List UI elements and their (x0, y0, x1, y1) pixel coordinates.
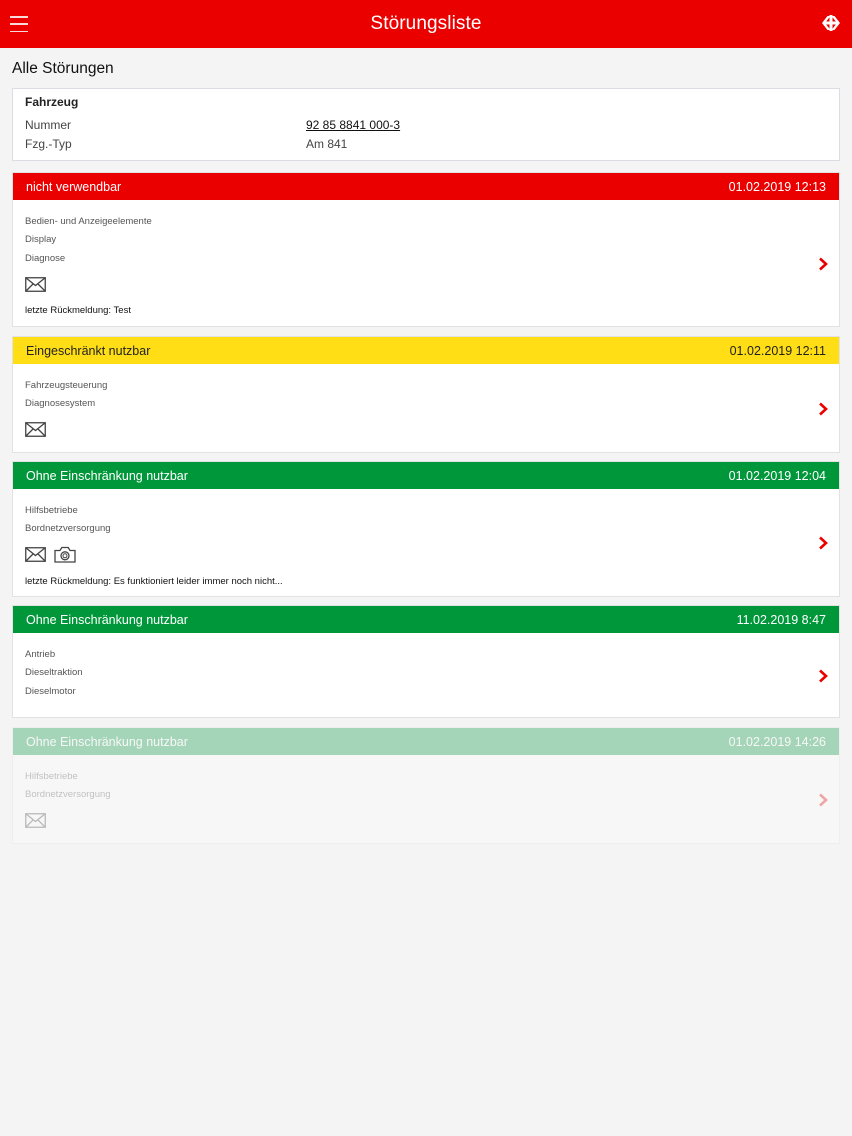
mail-icon (25, 547, 46, 563)
mail-icon (25, 422, 46, 438)
chevron-right-icon[interactable] (817, 257, 829, 271)
vehicle-card: Fahrzeug Nummer 92 85 8841 000-3 Fzg.-Ty… (12, 88, 840, 161)
fault-item[interactable]: Ohne Einschränkung nutzbar 01.02.2019 12… (12, 461, 840, 597)
app-header: Störungsliste (0, 0, 852, 48)
fault-category: Bordnetzversorgung (25, 523, 111, 535)
fault-date: 01.02.2019 14:26 (728, 734, 826, 749)
fault-status: Eingeschränkt nutzbar (26, 343, 151, 358)
fault-category: Hilfsbetriebe (25, 771, 78, 782)
sbb-logo-icon[interactable] (820, 15, 842, 31)
fault-category: Bedien- und Anzeigeelemente (25, 216, 152, 227)
fault-item[interactable]: Ohne Einschränkung nutzbar 11.02.2019 8:… (12, 605, 840, 718)
chevron-right-icon[interactable] (817, 669, 829, 683)
fault-date: 11.02.2019 8:47 (736, 612, 826, 627)
fault-category: Antrieb (25, 649, 56, 660)
fault-item[interactable]: Ohne Einschränkung nutzbar 01.02.2019 14… (12, 727, 840, 844)
vehicle-heading: Fahrzeug (25, 95, 79, 109)
vehicle-type-label: Fzg.-Typ (25, 137, 72, 151)
fault-status-bar: Eingeschränkt nutzbar 01.02.2019 12:11 (13, 337, 839, 364)
fault-status: Ohne Einschränkung nutzbar (26, 734, 188, 749)
fault-date: 01.02.2019 12:11 (729, 343, 826, 358)
mail-icon (25, 813, 46, 829)
fault-item[interactable]: nicht verwendbar 01.02.2019 12:13 Bedien… (12, 172, 840, 327)
camera-icon (54, 547, 76, 563)
fault-item[interactable]: Eingeschränkt nutzbar 01.02.2019 12:11 F… (12, 336, 840, 453)
section-title: Alle Störungen (12, 60, 114, 77)
fault-category: Diagnosesystem (25, 398, 96, 410)
chevron-right-icon[interactable] (817, 536, 829, 550)
fault-category: Dieselmotor (25, 685, 76, 697)
fault-status-bar: Ohne Einschränkung nutzbar 01.02.2019 14… (13, 728, 839, 755)
chevron-right-icon[interactable] (817, 793, 829, 807)
fault-status: nicht verwendbar (26, 179, 122, 194)
mail-icon (25, 276, 46, 292)
chevron-right-icon[interactable] (817, 402, 829, 416)
fault-date: 01.02.2019 12:13 (728, 179, 826, 194)
menu-icon[interactable] (10, 14, 28, 34)
page-title: Störungsliste (370, 13, 482, 34)
fault-category: Display (25, 234, 57, 246)
fault-category: Dieseltraktion (25, 667, 83, 679)
fault-date: 01.02.2019 12:04 (728, 468, 826, 483)
vehicle-type-value: Am 841 (306, 137, 348, 151)
fault-category: Hilfsbetriebe (25, 505, 78, 516)
fault-status: Ohne Einschränkung nutzbar (26, 468, 188, 483)
fault-category: Diagnose (25, 252, 66, 264)
fault-feedback: letzte Rückmeldung: Es funktioniert leid… (25, 575, 283, 587)
fault-status: Ohne Einschränkung nutzbar (26, 612, 188, 627)
fault-status-bar: Ohne Einschränkung nutzbar 01.02.2019 12… (13, 462, 839, 489)
fault-category: Fahrzeugsteuerung (25, 380, 108, 391)
fault-status-bar: nicht verwendbar 01.02.2019 12:13 (13, 173, 839, 200)
vehicle-number-label: Nummer (25, 118, 72, 132)
fault-status-bar: Ohne Einschränkung nutzbar 11.02.2019 8:… (13, 606, 839, 633)
vehicle-number-link[interactable]: 92 85 8841 000-3 (306, 118, 400, 132)
fault-category: Bordnetzversorgung (25, 789, 111, 801)
fault-feedback: letzte Rückmeldung: Test (25, 305, 131, 317)
